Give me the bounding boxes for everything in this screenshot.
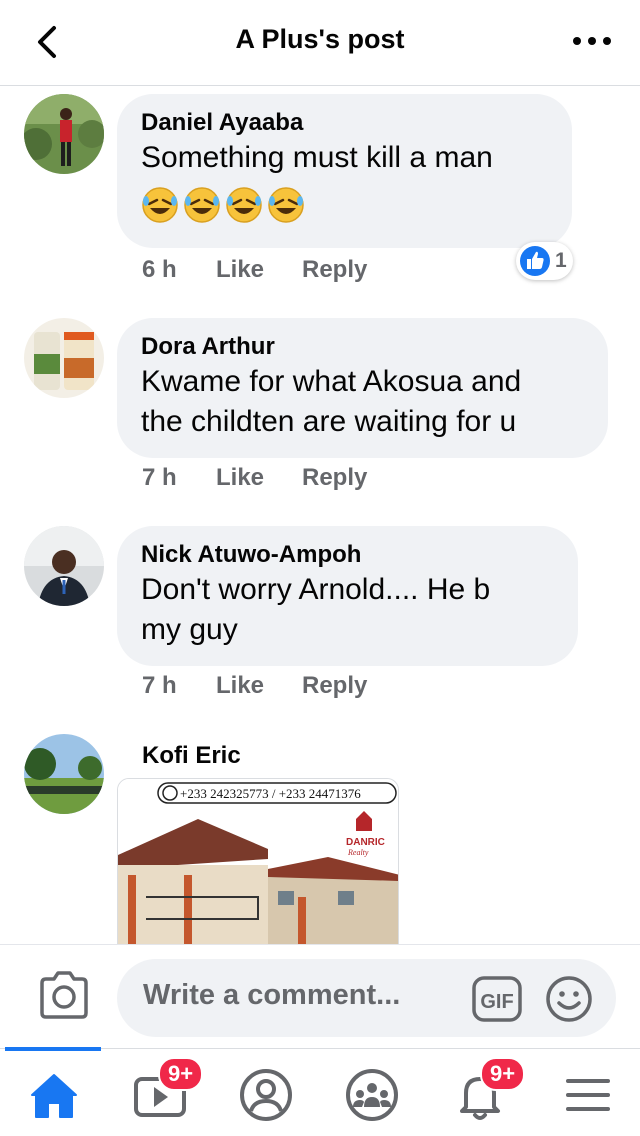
- profile-icon: [240, 1069, 292, 1121]
- active-tab-indicator: [5, 1047, 101, 1051]
- comment-meta: 7 h Like Reply: [142, 672, 367, 700]
- comment-author[interactable]: Dora Arthur: [141, 332, 584, 362]
- comment-meta: 7 h Like Reply: [142, 464, 367, 492]
- comment-text: Something must kill a man: [141, 141, 493, 174]
- image-brand-sub: Realty: [347, 848, 369, 857]
- page-title: A Plus's post: [235, 24, 405, 54]
- like-reaction-icon: [520, 246, 550, 276]
- emoji-icon[interactable]: [545, 975, 593, 1023]
- watch-badge: 9+: [158, 1057, 204, 1091]
- comment-bubble[interactable]: Dora Arthur Kwame for what Akosua and th…: [117, 318, 608, 458]
- reply-link[interactable]: Reply: [302, 256, 367, 284]
- more-options-icon[interactable]: [568, 26, 616, 56]
- tab-menu[interactable]: [554, 1065, 618, 1125]
- like-link[interactable]: Like: [216, 672, 302, 700]
- tab-profile[interactable]: [234, 1065, 298, 1125]
- reply-link[interactable]: Reply: [302, 672, 367, 700]
- comment-author[interactable]: Kofi Eric: [142, 742, 241, 770]
- post-header: A Plus's post: [0, 0, 640, 86]
- comment-time: 7 h: [142, 672, 177, 699]
- comment-composer: Write a comment... GIF: [0, 944, 640, 1050]
- notifications-badge: 9+: [480, 1057, 526, 1091]
- laughing-emoji-icon: [184, 187, 220, 223]
- like-link[interactable]: Like: [216, 464, 302, 492]
- comment-text-line: the childten are waiting for u: [141, 405, 517, 438]
- comment-time: 7 h: [142, 464, 177, 491]
- emoji-row: [141, 186, 548, 224]
- laughing-emoji-icon: [268, 187, 304, 223]
- comment-item: Dora Arthur Kwame for what Akosua and th…: [0, 318, 640, 498]
- comment-text-line: my guy: [141, 613, 238, 646]
- tab-groups[interactable]: [340, 1065, 404, 1125]
- comment-text-line: Don't worry Arnold.... He b: [141, 573, 491, 606]
- comment-text-line: Kwame for what Akosua and: [141, 365, 522, 398]
- avatar[interactable]: [24, 318, 104, 398]
- comment-item: Nick Atuwo-Ampoh Don't worry Arnold.... …: [0, 526, 640, 706]
- avatar[interactable]: [24, 94, 104, 174]
- avatar[interactable]: [24, 734, 104, 814]
- comment-author[interactable]: Daniel Ayaaba: [141, 108, 548, 138]
- gif-label: GIF: [480, 991, 513, 1013]
- reaction-badge[interactable]: 1: [516, 242, 573, 280]
- groups-icon: [346, 1069, 398, 1121]
- bottom-tab-bar: 9+ 9+: [0, 1047, 640, 1136]
- comment-input[interactable]: Write a comment... GIF: [117, 959, 616, 1037]
- comment-item: Kofi Eric +233 242325773 / +233 24471376…: [0, 734, 640, 948]
- reply-link[interactable]: Reply: [302, 464, 367, 492]
- image-brand-name: DANRIC: [346, 837, 385, 848]
- like-link[interactable]: Like: [216, 256, 302, 284]
- reaction-count: 1: [555, 249, 567, 272]
- comment-input-placeholder: Write a comment...: [143, 979, 401, 1011]
- image-phone-text: +233 242325773 / +233 24471376: [180, 786, 361, 801]
- home-icon: [31, 1074, 77, 1118]
- gif-icon: GIF: [472, 976, 522, 1022]
- avatar[interactable]: [24, 526, 104, 606]
- tab-home[interactable]: [22, 1065, 86, 1125]
- tab-notifications[interactable]: 9+: [448, 1057, 526, 1125]
- comment-meta: 6 h Like Reply: [142, 256, 367, 284]
- tab-watch[interactable]: 9+: [128, 1057, 204, 1125]
- comment-author[interactable]: Nick Atuwo-Ampoh: [141, 540, 554, 570]
- menu-icon: [566, 1079, 610, 1111]
- laughing-emoji-icon: [142, 187, 178, 223]
- gif-button[interactable]: GIF: [471, 975, 523, 1023]
- comment-item: Daniel Ayaaba Something must kill a man …: [0, 94, 640, 294]
- comment-image[interactable]: +233 242325773 / +233 24471376 DANRIC Re…: [117, 778, 399, 948]
- comment-bubble[interactable]: Daniel Ayaaba Something must kill a man: [117, 94, 572, 248]
- laughing-emoji-icon: [226, 187, 262, 223]
- comment-bubble[interactable]: Nick Atuwo-Ampoh Don't worry Arnold.... …: [117, 526, 578, 666]
- comment-time: 6 h: [142, 256, 177, 283]
- camera-icon[interactable]: [36, 969, 92, 1021]
